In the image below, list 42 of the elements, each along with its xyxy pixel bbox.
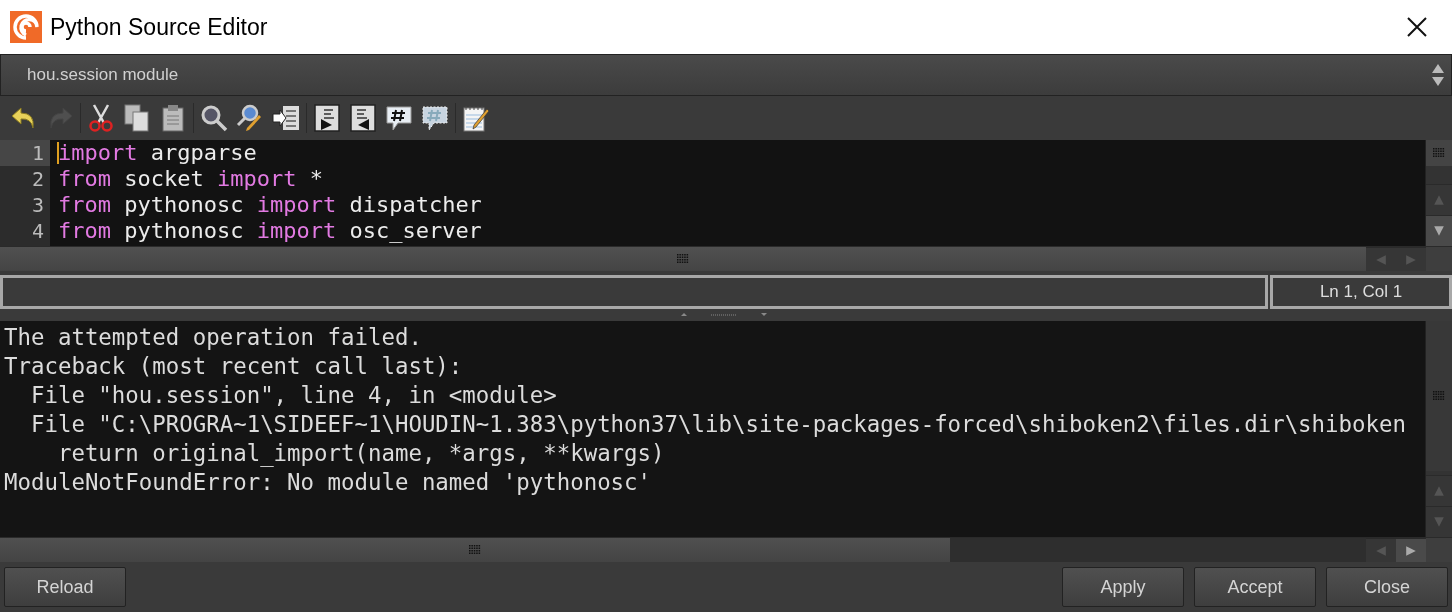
console-line: return original_import(name, *args, **kwargs): [56, 439, 666, 468]
scroll-right-icon[interactable]: [1405, 544, 1417, 557]
scroll-down-icon[interactable]: [1433, 225, 1445, 237]
grip-icon: [677, 254, 689, 264]
window-title: Python Source Editor: [50, 13, 269, 41]
code-line: from socket import *: [58, 166, 324, 192]
code-editor[interactable]: 1 2 3 4 import argparse from socket import * from pythonosc import dispatcher from pythonosc import osc_server: [0, 140, 1452, 246]
console-line: File "C:\PROGRA~1\SIDEEF~1\HOUDIN~1.383\python37\lib\site-packages-forced\shiboken2\files.dir\shiboken: [29, 410, 1407, 439]
reload-button[interactable]: Reload: [4, 567, 126, 607]
cursor-position: Ln 1, Col 1: [1270, 275, 1452, 309]
console-line: Traceback (most recent call last):: [4, 352, 464, 381]
spinner-arrows-icon: [1431, 63, 1445, 87]
line-number: 4: [30, 218, 45, 244]
indent-icon[interactable]: [312, 103, 342, 133]
code-line: from pythonosc import osc_server: [58, 218, 483, 244]
console-line: ModuleNotFoundError: No module named 'pythonosc': [4, 468, 653, 497]
close-icon[interactable]: [1406, 16, 1428, 38]
dialog-button[interactable]: Apply: [1062, 567, 1184, 607]
dialog-button[interactable]: Accept: [1194, 567, 1316, 607]
line-number: 2: [30, 166, 45, 192]
dedent-icon[interactable]: [348, 103, 378, 133]
speech-bubble-icon[interactable]: [420, 103, 450, 133]
search-icon[interactable]: [199, 103, 229, 133]
horizontal-scrollbar[interactable]: [0, 537, 1452, 562]
code-line: from pythonosc import dispatcher: [58, 192, 483, 218]
console-line: The attempted operation failed.: [4, 323, 423, 352]
module-dropdown[interactable]: hou.session module: [0, 54, 1452, 96]
vertical-scrollbar[interactable]: [1425, 140, 1452, 246]
grip-icon: [1433, 391, 1445, 401]
arrow-lines-icon[interactable]: [271, 103, 301, 133]
line-number: 3: [30, 192, 45, 218]
grip-icon: [469, 545, 481, 555]
console-line: File "hou.session", line 4, in <module>: [29, 381, 558, 410]
copy-icon[interactable]: [122, 103, 152, 133]
text-cursor: [57, 142, 59, 164]
code-line: import argparse: [58, 140, 258, 166]
speech-bubble-icon[interactable]: [384, 103, 414, 133]
app-logo-icon: [10, 11, 42, 43]
line-number: 1: [0, 140, 50, 166]
scissors-icon[interactable]: [86, 103, 116, 133]
grip-icon: [1433, 148, 1445, 158]
dialog-button[interactable]: Close: [1326, 567, 1448, 607]
